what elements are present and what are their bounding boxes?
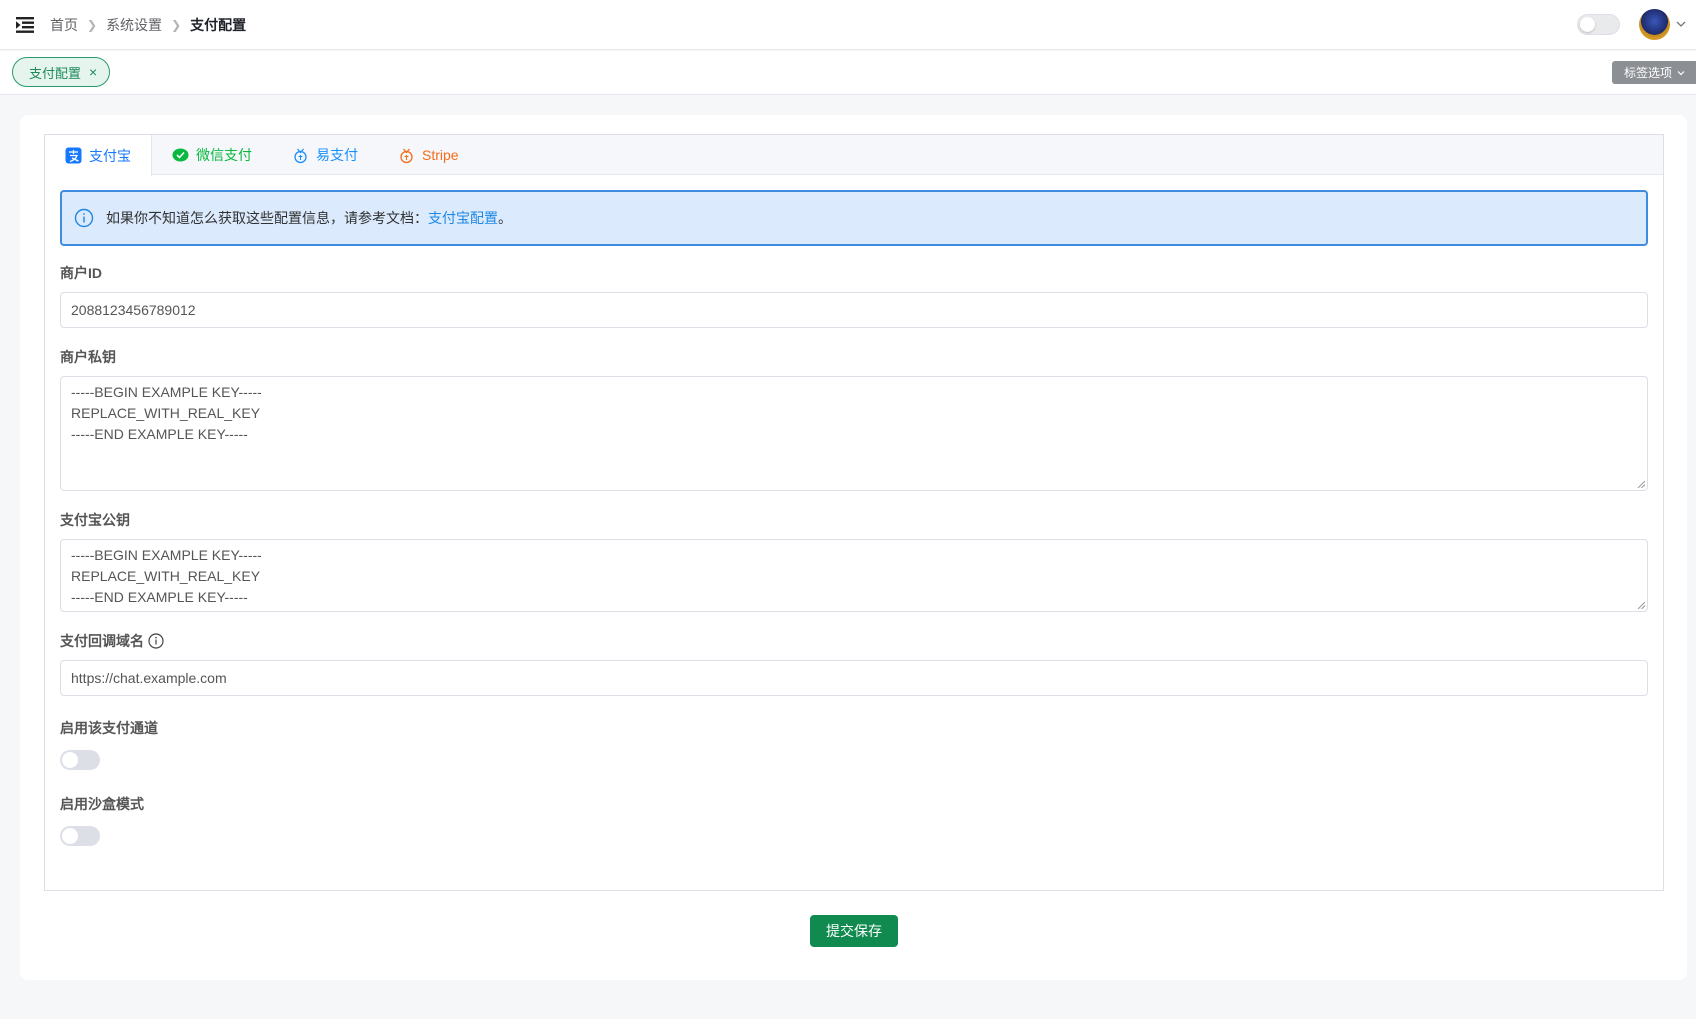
tab-tag-active[interactable]: 支付配置 × (12, 57, 111, 87)
stripe-icon (400, 148, 413, 163)
breadcrumb: 首页 ❯ 系统设置 ❯ 支付配置 (50, 15, 246, 35)
breadcrumb-home[interactable]: 首页 (50, 15, 78, 35)
breadcrumb-system-settings[interactable]: 系统设置 (106, 15, 162, 35)
textarea-line: REPLACE_WITH_REAL_KEY (71, 405, 261, 421)
textarea-line: -----BEGIN EXAMPLE KEY----- (71, 547, 262, 563)
public-key-textarea[interactable]: -----BEGIN EXAMPLE KEY----- REPLACE_WITH… (60, 539, 1648, 612)
toggle-knob (1580, 17, 1595, 32)
info-circle-icon[interactable] (148, 633, 164, 649)
enable-channel-switch[interactable] (60, 750, 100, 770)
callback-domain-label-row: 支付回调域名 (60, 631, 1648, 651)
input-value: https://chat.example.com (71, 670, 227, 686)
sandbox-mode-label: 启用沙盒模式 (60, 796, 144, 812)
tag-options-label: 标签选项 (1623, 66, 1672, 80)
private-key-label: 商户私钥 (60, 349, 116, 365)
breadcrumb-current: 支付配置 (190, 17, 247, 33)
merchant-id-label: 商户ID (60, 265, 102, 281)
tab-wechat[interactable]: 微信支付 (152, 135, 272, 175)
callback-domain-label: 支付回调域名 (60, 633, 144, 649)
chevron-down-icon[interactable] (1675, 18, 1687, 30)
submit-save-button[interactable]: 提交保存 (810, 915, 898, 947)
chevron-right-icon: ❯ (87, 18, 98, 32)
resize-handle-icon[interactable] (1637, 480, 1645, 488)
callback-domain-input[interactable]: https://chat.example.com (60, 660, 1648, 696)
switch-knob (62, 828, 78, 844)
info-circle-icon (74, 208, 94, 228)
alipay-icon (65, 147, 82, 164)
info-alert: 如果你不知道怎么获取这些配置信息，请参考文档： 支付宝配置 。 (60, 190, 1648, 246)
switch-knob (62, 752, 78, 768)
tab-label: 易支付 (316, 147, 358, 163)
close-icon[interactable]: × (89, 65, 97, 79)
top-header: 首页 ❯ 系统设置 ❯ 支付配置 (0, 0, 1696, 50)
tab-label: Stripe (422, 147, 459, 163)
sandbox-mode-switch[interactable] (60, 826, 100, 846)
tag-label: 支付配置 (29, 65, 82, 81)
user-avatar[interactable] (1639, 9, 1670, 40)
tab-label: 微信支付 (196, 147, 252, 163)
doc-link[interactable]: 支付宝配置 (428, 208, 498, 228)
textarea-line: -----END EXAMPLE KEY----- (71, 426, 248, 442)
tag-options-button[interactable]: 标签选项 (1611, 61, 1696, 84)
alert-suffix: 。 (498, 210, 512, 226)
wechat-icon (172, 148, 189, 161)
theme-toggle[interactable] (1577, 14, 1620, 35)
textarea-line: -----BEGIN EXAMPLE KEY----- (71, 384, 262, 400)
alipay-form: 如果你不知道怎么获取这些配置信息，请参考文档： 支付宝配置 。 商户ID 208… (60, 190, 1648, 846)
enable-channel-label: 启用该支付通道 (60, 720, 158, 736)
alert-text: 如果你不知道怎么获取这些配置信息，请参考文档： (106, 210, 428, 226)
tab-alipay[interactable]: 支付宝 (45, 135, 152, 176)
menu-fold-icon[interactable] (16, 17, 34, 33)
tab-label: 支付宝 (89, 147, 131, 164)
input-value: 2088123456789012 (71, 302, 196, 318)
tag-bar: 支付配置 × 标签选项 (0, 51, 1696, 95)
main-card: 支付宝 微信支付 易支付 Stripe 如果你不知道怎么获取这些配置信息，请参考… (20, 115, 1687, 980)
tab-yipay[interactable]: 易支付 (272, 135, 378, 175)
merchant-id-input[interactable]: 2088123456789012 (60, 292, 1648, 328)
private-key-textarea[interactable]: -----BEGIN EXAMPLE KEY----- REPLACE_WITH… (60, 376, 1648, 491)
tab-stripe[interactable]: Stripe (378, 135, 479, 175)
yipay-icon (294, 148, 307, 163)
textarea-line: -----END EXAMPLE KEY----- (71, 589, 248, 605)
textarea-line: REPLACE_WITH_REAL_KEY (71, 568, 261, 584)
tabs-header: 支付宝 微信支付 易支付 Stripe (45, 135, 1663, 176)
chevron-right-icon: ❯ (171, 18, 182, 32)
public-key-label: 支付宝公钥 (60, 512, 130, 528)
resize-handle-icon[interactable] (1637, 601, 1645, 609)
chevron-down-icon (1677, 70, 1685, 75)
payment-tabs: 支付宝 微信支付 易支付 Stripe 如果你不知道怎么获取这些配置信息，请参考… (44, 134, 1664, 891)
